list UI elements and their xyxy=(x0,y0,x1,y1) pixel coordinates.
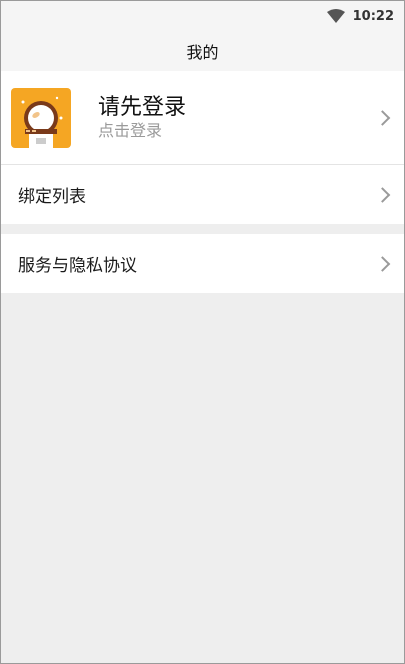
section-divider xyxy=(1,224,404,234)
menu-item-service-privacy[interactable]: 服务与隐私协议 xyxy=(1,234,404,293)
menu-item-label: 绑定列表 xyxy=(18,187,86,207)
page-title: 我的 xyxy=(186,43,219,62)
app-screen: 10:22 我的 请先登录 点击登录 绑定列表 服务与隐私协议 xyxy=(0,0,405,664)
title-bar: 我的 xyxy=(1,31,404,71)
login-profile-row[interactable]: 请先登录 点击登录 xyxy=(1,71,404,165)
chevron-right-icon xyxy=(374,186,391,203)
chevron-right-icon xyxy=(374,109,391,126)
wifi-icon xyxy=(326,9,345,23)
login-prompt-subtitle: 点击登录 xyxy=(98,120,163,140)
menu-item-binding-list[interactable]: 绑定列表 xyxy=(1,165,404,224)
chevron-right-icon xyxy=(374,255,391,272)
cartoon-avatar-icon xyxy=(11,87,71,148)
status-bar: 10:22 xyxy=(1,1,404,31)
menu-item-label: 服务与隐私协议 xyxy=(18,256,137,276)
login-prompt-title: 请先登录 xyxy=(98,94,187,120)
status-time: 10:22 xyxy=(352,8,394,24)
profile-text: 请先登录 点击登录 xyxy=(98,95,186,141)
